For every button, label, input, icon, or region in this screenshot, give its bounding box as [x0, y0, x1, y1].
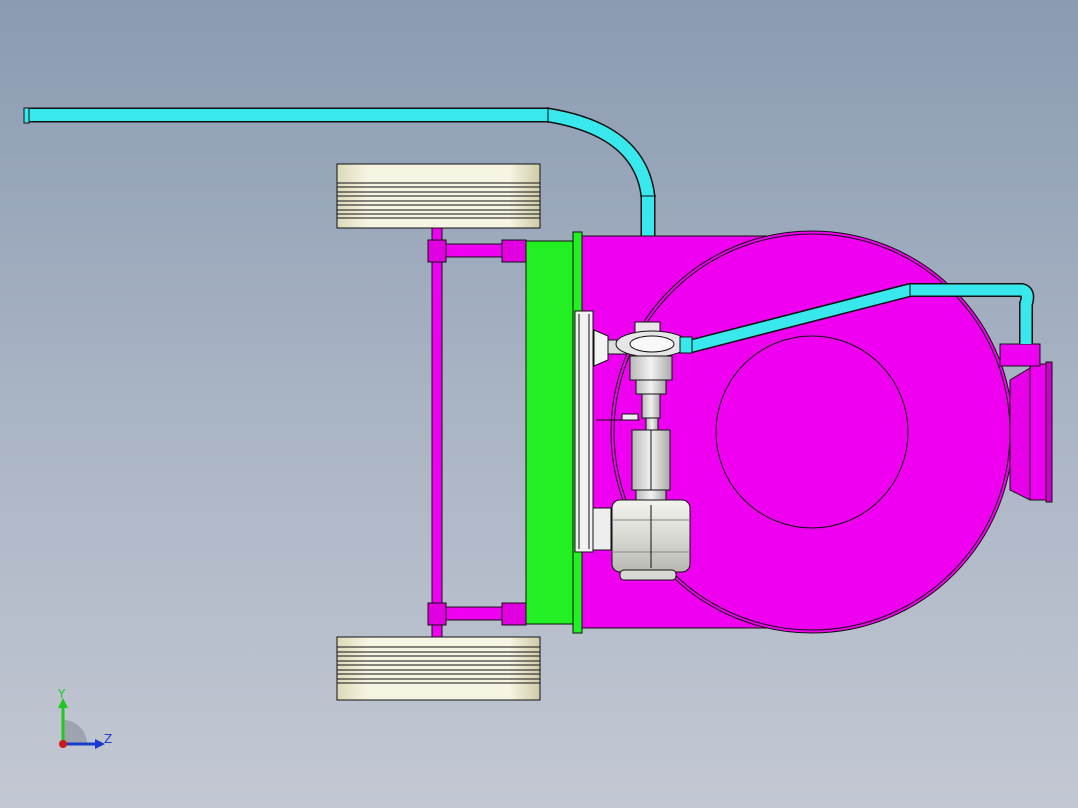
z-axis-label: Z	[104, 732, 112, 746]
cad-viewport[interactable]: Y Z	[0, 0, 1078, 808]
origin-dot	[59, 740, 67, 748]
coordinate-triad: Y Z	[57, 687, 112, 749]
axle-frame	[427, 227, 527, 638]
triad-quadrant	[63, 720, 87, 744]
wheel-top	[336, 163, 541, 229]
model-view[interactable]: Y Z	[0, 0, 1078, 808]
motor	[611, 499, 691, 581]
y-axis-label: Y	[57, 687, 66, 701]
wheel-bottom	[336, 636, 541, 701]
